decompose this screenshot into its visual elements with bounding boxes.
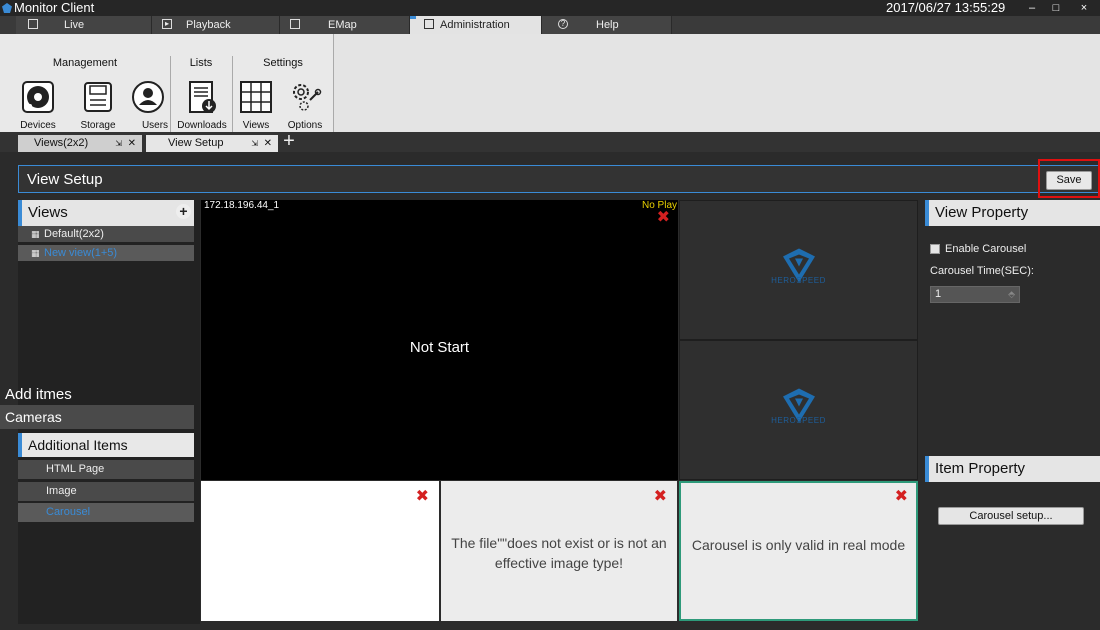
maximize-button[interactable]: □ — [1044, 0, 1068, 16]
views-button[interactable]: Views — [234, 74, 278, 132]
image-cell[interactable]: ✖ The file""does not exist or is not an … — [441, 481, 677, 621]
view-label: Default(2x2) — [44, 228, 104, 240]
item-html-page[interactable]: HTML Page — [18, 460, 194, 479]
users-icon — [132, 81, 164, 113]
play-icon: ▸ — [162, 19, 172, 29]
doctab-label: View Setup — [168, 137, 224, 149]
tab-administration[interactable]: Administration — [410, 16, 542, 34]
item-carousel[interactable]: Carousel — [18, 503, 194, 522]
storage-label: Storage — [80, 120, 116, 131]
view-label: New view(1+5) — [44, 247, 118, 259]
image-error-message: The file""does not exist or is not an ef… — [451, 535, 667, 571]
grid-icon: ▦ — [31, 229, 40, 239]
add-view-icon[interactable]: + — [176, 204, 191, 219]
remove-cell-icon[interactable]: ✖ — [654, 489, 667, 505]
doctab-view-setup[interactable]: View Setup ⇲ ✕ — [146, 135, 278, 152]
category-additional-items[interactable]: Additional Items — [18, 433, 194, 457]
enable-carousel-label: Enable Carousel — [945, 243, 1027, 255]
pin-icon[interactable]: ⇲ — [251, 135, 258, 152]
not-start-text: Not Start — [409, 339, 470, 356]
views-panel-title: Views — [18, 200, 194, 226]
devices-icon — [22, 81, 54, 113]
carousel-cell[interactable]: ✖ Carousel is only valid in real mode — [679, 481, 918, 621]
brand-label: HEROSPEED — [771, 416, 826, 425]
close-button[interactable]: × — [1072, 0, 1096, 16]
spinner-arrows-icon[interactable]: ⬘ — [1008, 287, 1015, 302]
downloads-button[interactable]: Downloads — [174, 74, 230, 132]
folder-icon — [424, 19, 434, 29]
views-title: Views — [28, 204, 68, 221]
tab-live[interactable]: Live — [16, 16, 152, 34]
group-settings: Settings — [263, 57, 303, 69]
ribbon-divider — [170, 56, 171, 132]
item-property-label: Item Property — [935, 460, 1026, 477]
remove-cell-icon[interactable]: ✖ — [895, 489, 908, 505]
tab-help[interactable]: ? Help — [542, 16, 672, 34]
title-bar: Monitor Client 2017/06/27 13:55:29 – □ × — [0, 0, 1100, 16]
map-icon — [290, 19, 300, 29]
tab-label: Live — [64, 19, 85, 31]
page-title: View Setup — [27, 171, 103, 188]
video-cell-empty[interactable]: HEROSPEED — [679, 340, 918, 480]
close-tab-icon[interactable]: ✕ — [128, 135, 136, 152]
clock: 2017/06/27 13:55:29 — [886, 0, 1006, 15]
group-lists: Lists — [189, 57, 213, 69]
ribbon-divider — [232, 56, 233, 132]
doctab-label: Views(2x2) — [34, 137, 89, 149]
pin-icon[interactable]: ⇲ — [115, 135, 122, 152]
tab-label: EMap — [328, 19, 357, 31]
carousel-message: Carousel is only valid in real mode — [691, 537, 906, 553]
brand-label: HEROSPEED — [771, 276, 826, 285]
downloads-icon — [189, 81, 216, 113]
camera-label: 172.18.196.44_1 — [204, 200, 280, 211]
grid-icon: ▦ — [31, 248, 40, 258]
tab-emap[interactable]: EMap — [280, 16, 410, 34]
tab-label: Playback — [186, 19, 231, 31]
carousel-time-spinner[interactable]: 1 ⬘ — [930, 286, 1020, 303]
views-label: Views — [242, 120, 270, 131]
tab-label: Administration — [440, 19, 510, 31]
remove-cell-icon[interactable]: ✖ — [657, 210, 670, 226]
help-icon: ? — [558, 19, 568, 29]
devices-button[interactable]: Devices — [16, 74, 60, 132]
add-tab-icon[interactable]: + — [280, 131, 298, 152]
add-items-title: Add itmes — [5, 386, 72, 403]
minimize-button[interactable]: – — [1020, 0, 1044, 16]
group-management: Management — [52, 57, 118, 69]
tab-playback[interactable]: ▸ Playback — [152, 16, 280, 34]
carousel-time-label: Carousel Time(SEC): — [930, 265, 1034, 277]
gear-icon — [293, 84, 322, 111]
video-cell-main[interactable]: 172.18.196.44_1 No Play ✖ Not Start — [201, 200, 678, 480]
page-header: View Setup — [18, 165, 1100, 193]
carousel-time-value: 1 — [935, 288, 942, 300]
video-cell-empty[interactable]: HEROSPEED — [679, 200, 918, 340]
downloads-label: Downloads — [177, 120, 227, 131]
options-button[interactable]: Options — [282, 74, 328, 132]
users-button[interactable]: Users — [126, 74, 170, 132]
view-item-default[interactable]: ▦ Default(2x2) — [18, 226, 194, 242]
storage-button[interactable]: Storage — [74, 74, 122, 132]
devices-label: Devices — [20, 120, 56, 131]
storage-icon — [84, 82, 112, 112]
view-property-label: View Property — [935, 204, 1029, 221]
app-title: Monitor Client — [14, 0, 95, 15]
doctab-views-2x2[interactable]: Views(2x2) ⇲ ✕ — [18, 135, 142, 152]
views-grid-icon — [240, 81, 272, 113]
close-tab-icon[interactable]: ✕ — [264, 135, 272, 152]
html-page-cell[interactable]: ✖ — [201, 481, 439, 621]
monitor-icon — [28, 19, 38, 29]
category-cameras[interactable]: Cameras — [0, 405, 194, 429]
save-button[interactable]: Save — [1046, 171, 1092, 190]
view-item-new-view[interactable]: ▦ New view(1+5) — [18, 245, 194, 261]
app-logo-icon — [2, 3, 12, 13]
enable-carousel-checkbox[interactable] — [930, 244, 940, 254]
tab-label: Help — [596, 19, 619, 31]
carousel-setup-button[interactable]: Carousel setup... — [938, 507, 1084, 525]
item-property-title: Item Property — [925, 456, 1100, 482]
view-property-title: View Property — [925, 200, 1100, 226]
right-panel — [920, 200, 1100, 624]
item-image[interactable]: Image — [18, 482, 194, 501]
remove-cell-icon[interactable]: ✖ — [416, 489, 429, 505]
users-label: Users — [141, 120, 169, 131]
